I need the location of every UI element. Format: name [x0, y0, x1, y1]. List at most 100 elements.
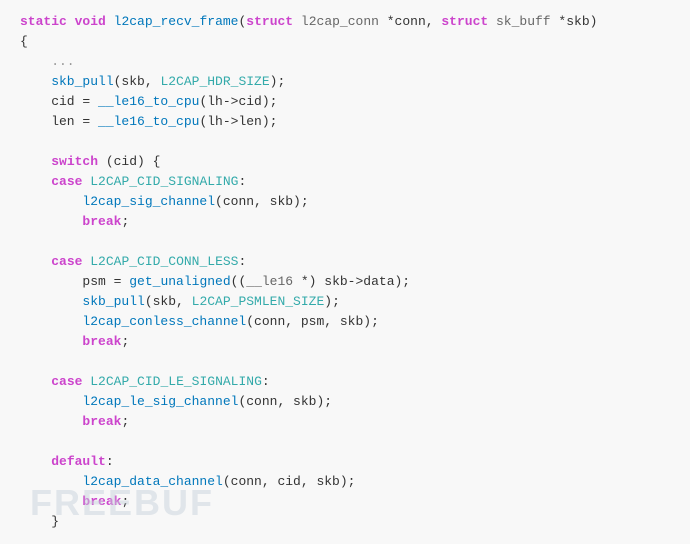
token: ; [121, 214, 129, 229]
token: (( [231, 274, 247, 289]
token: L2CAP_CID_LE_SIGNALING [90, 374, 262, 389]
token: ); [324, 294, 340, 309]
token: (conn, skb); [215, 194, 309, 209]
code-line: l2cap_sig_channel(conn, skb); [20, 192, 670, 212]
token: case [51, 374, 82, 389]
token: __le16_to_cpu [98, 94, 199, 109]
token: cid [20, 94, 75, 109]
token [106, 14, 114, 29]
token: get_unaligned [129, 274, 230, 289]
token: = [106, 274, 129, 289]
code-line: skb_pull(skb, L2CAP_PSMLEN_SIZE); [20, 292, 670, 312]
token: { [20, 34, 28, 49]
token: case [51, 254, 82, 269]
code-line: break; [20, 412, 670, 432]
token: L2CAP_CID_SIGNALING [90, 174, 238, 189]
token [20, 154, 51, 169]
token: l2cap_data_channel [20, 474, 223, 489]
token: : [238, 174, 246, 189]
token [20, 214, 82, 229]
code-line: l2cap_conless_channel(conn, psm, skb); [20, 312, 670, 332]
token: break [82, 214, 121, 229]
token: struct [441, 14, 488, 29]
token: , [426, 14, 442, 29]
code-line: break; [20, 492, 670, 512]
code-line: static void l2cap_recv_frame(struct l2ca… [20, 12, 670, 32]
token: = [75, 114, 98, 129]
token: skb [566, 14, 589, 29]
code-line: case L2CAP_CID_LE_SIGNALING: [20, 372, 670, 392]
token: } [20, 514, 59, 529]
token: * [379, 14, 395, 29]
token: switch [51, 154, 98, 169]
token: : [238, 254, 246, 269]
code-line: l2cap_data_channel(conn, cid, skb); [20, 472, 670, 492]
token [20, 374, 51, 389]
code-line: len = __le16_to_cpu(lh->len); [20, 112, 670, 132]
token: : [262, 374, 270, 389]
token: = [75, 94, 98, 109]
token: L2CAP_HDR_SIZE [160, 74, 269, 89]
token: l2cap_recv_frame [114, 14, 239, 29]
token [293, 14, 301, 29]
token: void [75, 14, 106, 29]
token: (skb, [145, 294, 192, 309]
token: * [551, 14, 567, 29]
code-line: skb_pull(skb, L2CAP_HDR_SIZE); [20, 72, 670, 92]
token [20, 334, 82, 349]
token: break [82, 494, 121, 509]
code-line: l2cap_le_sig_channel(conn, skb); [20, 392, 670, 412]
token: L2CAP_CID_CONN_LESS [90, 254, 238, 269]
code-line: cid = __le16_to_cpu(lh->cid); [20, 92, 670, 112]
token [20, 494, 82, 509]
token [67, 14, 75, 29]
token [20, 254, 51, 269]
code-line: break; [20, 332, 670, 352]
token [20, 414, 82, 429]
token: sk_buff [496, 14, 551, 29]
token: conn [395, 14, 426, 29]
code-line [20, 352, 670, 372]
code-line: default: [20, 452, 670, 472]
token: len [20, 114, 75, 129]
token: struct [246, 14, 293, 29]
token: l2cap_conless_channel [20, 314, 246, 329]
token: l2cap_sig_channel [20, 194, 215, 209]
token: (cid) { [98, 154, 160, 169]
token: psm [20, 274, 106, 289]
code-line [20, 432, 670, 452]
token: ; [121, 494, 129, 509]
token: (skb, [114, 74, 161, 89]
token: (lh->cid); [199, 94, 277, 109]
token: (conn, cid, skb); [223, 474, 356, 489]
code-line: } [20, 512, 670, 532]
code-block: static void l2cap_recv_frame(struct l2ca… [20, 12, 670, 532]
token: __le16_to_cpu [98, 114, 199, 129]
token: ; [121, 334, 129, 349]
code-line: case L2CAP_CID_SIGNALING: [20, 172, 670, 192]
token: static [20, 14, 67, 29]
token: default [51, 454, 106, 469]
token: (conn, psm, skb); [246, 314, 379, 329]
token: *) skb->data); [293, 274, 410, 289]
code-line: { [20, 32, 670, 52]
token: ) [590, 14, 598, 29]
token: (conn, skb); [238, 394, 332, 409]
code-line [20, 232, 670, 252]
token [20, 174, 51, 189]
token: l2cap_le_sig_channel [20, 394, 238, 409]
token [20, 454, 51, 469]
code-line: break; [20, 212, 670, 232]
token: (lh->len); [199, 114, 277, 129]
token: L2CAP_PSMLEN_SIZE [192, 294, 325, 309]
token: l2cap_conn [301, 14, 379, 29]
token: break [82, 334, 121, 349]
token: : [106, 454, 114, 469]
token: break [82, 414, 121, 429]
code-line [20, 132, 670, 152]
token [488, 14, 496, 29]
code-line: switch (cid) { [20, 152, 670, 172]
code-line: psm = get_unaligned((__le16 *) skb->data… [20, 272, 670, 292]
code-line: ... [20, 52, 670, 72]
token: skb_pull [20, 74, 114, 89]
